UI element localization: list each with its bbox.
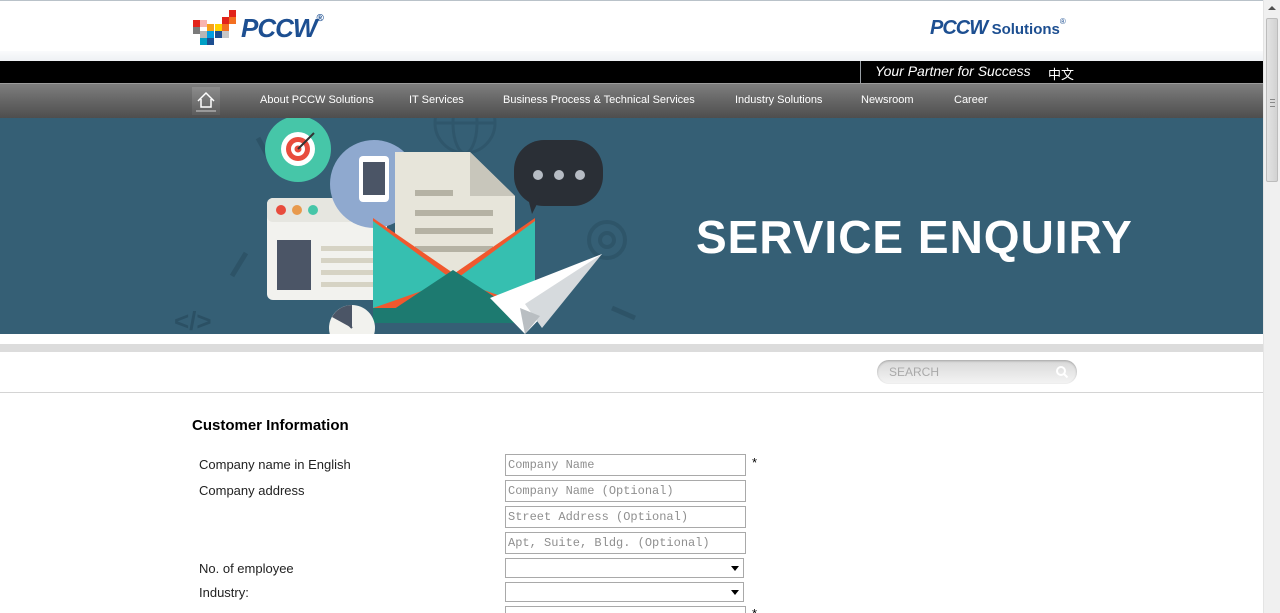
company-name-label: Company name in English xyxy=(199,457,351,472)
address-line2-input[interactable] xyxy=(505,506,746,528)
target-icon xyxy=(265,118,331,182)
header: PCCW® PCCW Solutions® xyxy=(0,1,1263,51)
company-name-input[interactable] xyxy=(505,454,746,476)
grey-strip xyxy=(0,344,1263,352)
scrollbar-thumb[interactable] xyxy=(1266,18,1278,182)
nav-item-career[interactable]: Career xyxy=(954,94,988,106)
home-icon xyxy=(196,91,216,112)
hero-banner: </> SERVICE ENQUIRY xyxy=(0,118,1263,334)
pccw-mosaic-icon xyxy=(193,10,239,46)
section-title-customer-info: Customer Information xyxy=(192,417,349,434)
employees-label: No. of employee xyxy=(199,561,294,576)
search-input[interactable] xyxy=(889,364,1049,380)
pccw-solutions-suffix: Solutions xyxy=(991,21,1060,38)
main-nav: About PCCW Solutions IT Services Busines… xyxy=(0,83,1263,118)
address-line1-input[interactable] xyxy=(505,480,746,502)
company-address-label: Company address xyxy=(199,483,305,498)
nav-item-newsroom[interactable]: Newsroom xyxy=(861,94,914,106)
header-gradient xyxy=(0,51,1263,61)
search-box xyxy=(877,360,1077,384)
pccw-solutions-logo[interactable]: PCCW Solutions® xyxy=(930,17,1066,40)
page: PCCW® PCCW Solutions® Your Partner for S… xyxy=(0,0,1263,613)
tagline-separator xyxy=(860,61,861,83)
nav-item-business-process[interactable]: Business Process & Technical Services xyxy=(503,94,695,106)
nav-home-button[interactable] xyxy=(192,87,220,115)
pie-chart-icon xyxy=(329,305,375,334)
search-icon[interactable] xyxy=(1055,365,1069,379)
required-asterisk: * xyxy=(752,606,757,613)
next-field-input[interactable] xyxy=(505,606,746,613)
banner-illustration: </> xyxy=(174,118,636,334)
banner-spacer xyxy=(0,334,1263,344)
code-tag-icon: </> xyxy=(174,306,212,334)
at-sign-icon xyxy=(587,220,627,260)
industry-label: Industry: xyxy=(199,585,249,600)
industry-select[interactable] xyxy=(505,582,744,602)
language-switch-link[interactable]: 中文 xyxy=(1048,64,1074,83)
scroll-up-arrow-icon[interactable] xyxy=(1264,0,1280,16)
nav-item-industry-solutions[interactable]: Industry Solutions xyxy=(735,94,822,106)
chat-bubble-icon xyxy=(514,140,603,214)
nav-item-about[interactable]: About PCCW Solutions xyxy=(260,94,374,106)
pccw-logo[interactable]: PCCW® xyxy=(193,10,338,46)
tagline-bar: Your Partner for Success 中文 xyxy=(0,61,1263,83)
pccw-logo-text: PCCW® xyxy=(241,13,324,43)
address-line3-input[interactable] xyxy=(505,532,746,554)
required-asterisk: * xyxy=(752,455,758,470)
tagline: Your Partner for Success xyxy=(875,63,1031,79)
content-divider xyxy=(0,392,1263,393)
pccw-solutions-brand: PCCW xyxy=(930,17,988,39)
globe-icon xyxy=(433,118,497,155)
employees-select[interactable] xyxy=(505,558,744,578)
nav-item-it-services[interactable]: IT Services xyxy=(409,94,464,106)
page-scrollbar[interactable] xyxy=(1263,0,1280,613)
grip-icon xyxy=(1270,99,1275,107)
banner-title: SERVICE ENQUIRY xyxy=(696,211,1133,263)
chevron-down-icon xyxy=(731,590,739,595)
chevron-down-icon xyxy=(731,566,739,571)
